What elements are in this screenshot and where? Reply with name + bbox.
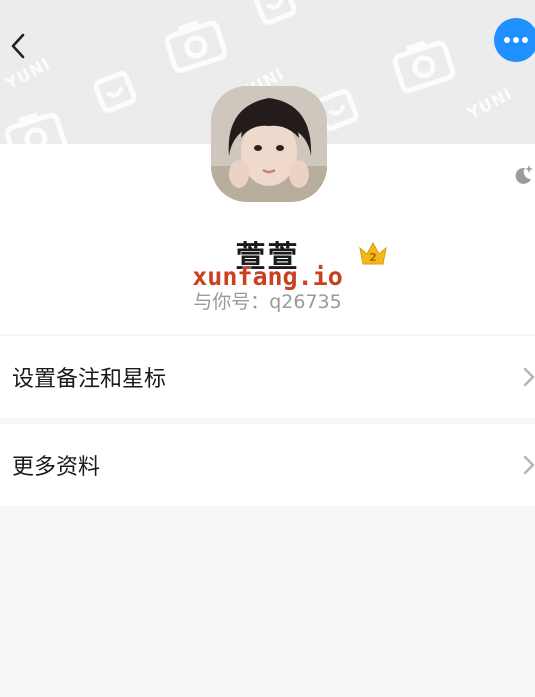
account-id: 与你号：q26735 [193, 291, 342, 313]
back-button[interactable] [0, 26, 36, 66]
avatar[interactable] [211, 86, 327, 202]
more-info-label: 更多资料 [12, 455, 101, 480]
chevron-right-icon [523, 367, 535, 387]
cover-pattern-text: YUNI [464, 83, 516, 124]
camera-icon [4, 112, 68, 144]
smile-box-icon [93, 71, 137, 113]
avatar-image [211, 86, 327, 202]
more-info-row[interactable]: 更多资料 [0, 424, 535, 506]
moon-star-icon[interactable] [512, 164, 534, 186]
set-remark-label: 设置备注和星标 [12, 367, 167, 392]
camera-icon [164, 20, 228, 73]
more-dots-icon [504, 37, 528, 43]
more-options-button[interactable] [494, 18, 535, 62]
chevron-left-icon [11, 33, 25, 59]
smile-box-icon [253, 0, 297, 25]
watermark-text: xunfang.io [192, 262, 343, 291]
chevron-right-icon [523, 455, 535, 475]
set-remark-and-star-row[interactable]: 设置备注和星标 [0, 336, 535, 418]
camera-icon [392, 40, 456, 93]
